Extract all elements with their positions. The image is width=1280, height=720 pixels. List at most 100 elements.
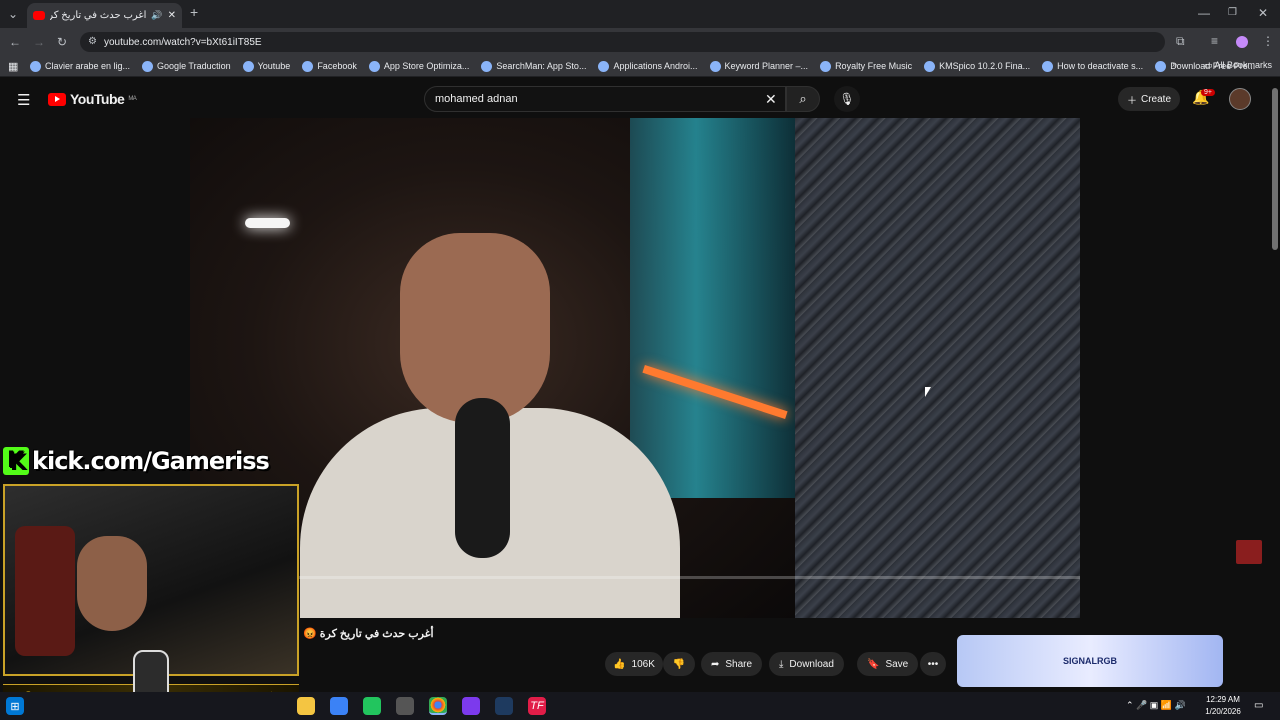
bookmark-favicon-icon [142, 60, 154, 72]
bookmark-item[interactable]: Clavier arabe en lig... [30, 60, 130, 72]
search-value: mohamed adnan [435, 93, 518, 105]
ad-brand: SIGNALRGB [1063, 656, 1117, 666]
bookmark-item[interactable]: Facebook [302, 60, 357, 72]
tab-title: أغرب حدث في تاريخ كرة (87) [50, 10, 147, 21]
bookmark-item[interactable]: SearchMan: App Sto... [481, 60, 586, 72]
bookmark-item[interactable]: Google Traduction [142, 60, 231, 72]
app-dark-icon[interactable] [495, 697, 513, 715]
video-progress-bar[interactable] [190, 576, 1080, 579]
reload-icon[interactable]: ↻ [57, 36, 67, 48]
youtube-favicon-icon [33, 11, 45, 20]
ad-banner[interactable]: SIGNALRGB [957, 635, 1223, 687]
bookmark-item[interactable]: App Store Optimiza... [368, 60, 470, 72]
page-scrollbar[interactable] [1272, 88, 1278, 250]
more-actions-button[interactable]: ••• [920, 652, 946, 676]
bookmark-item[interactable]: KMSpico 10.2.0 Fina... [924, 60, 1031, 72]
bookmark-list: Clavier arabe en lig... Google Traduction… [30, 60, 1267, 72]
apps-grid-icon[interactable]: ▦ [8, 60, 18, 73]
bookmark-favicon-icon [242, 60, 254, 72]
app-purple-icon[interactable] [462, 697, 480, 715]
more-bookmarks-icon[interactable]: » [1172, 59, 1177, 69]
system-tray-icons[interactable]: ⌃ 🎤 ▣ 📶 🔊 [1126, 700, 1186, 711]
url-field[interactable]: ⚙ youtube.com/watch?v=bXt61iIT85E [80, 32, 1165, 52]
share-label: Share [725, 658, 753, 670]
notification-center-icon[interactable]: ▭ [1254, 700, 1263, 711]
bookmark-label: Royalty Free Music [835, 61, 913, 71]
hamburger-menu-icon[interactable]: ☰ [17, 91, 30, 109]
media-icon[interactable]: ≡ [1211, 35, 1218, 47]
voice-search-button[interactable]: 🎙 [834, 86, 860, 112]
restore-icon[interactable]: ❐ [1228, 7, 1237, 19]
windows-taskbar [0, 692, 1280, 720]
tab-search-icon[interactable]: ⌄ [8, 8, 18, 20]
notepad-icon[interactable] [330, 697, 348, 715]
bookmark-label: Applications Androi... [613, 61, 698, 71]
bookmark-label: Youtube [257, 61, 291, 71]
browser-tab-bar: ⌄ أغرب حدث في تاريخ كرة (87) 🔊 ✕ + — ❐ ✕ [0, 0, 1280, 28]
create-button[interactable]: ＋ Create [1118, 87, 1180, 111]
bookmark-label: Google Traduction [157, 61, 231, 71]
bookmark-icon: 🔖 [867, 658, 880, 670]
bookmark-favicon-icon [481, 60, 493, 72]
forward-icon[interactable]: → [33, 36, 45, 48]
bookmark-favicon-icon [368, 60, 380, 72]
save-label: Save [885, 658, 909, 670]
file-explorer-icon[interactable] [297, 697, 315, 715]
search-button[interactable]: ⌕ [786, 86, 820, 112]
bookmark-favicon-icon [709, 60, 721, 72]
search-icon: ⌕ [799, 91, 807, 106]
dislike-button[interactable]: 👎 [663, 652, 695, 676]
video-microphone [455, 398, 510, 558]
country-code: MA [128, 96, 137, 102]
download-icon: ⤓ [779, 658, 784, 670]
notification-badge: 9+ [1201, 89, 1215, 96]
window-close-icon[interactable]: ✕ [1258, 7, 1268, 19]
browser-menu-icon[interactable]: ⋮ [1262, 35, 1274, 47]
browser-tab-active[interactable]: أغرب حدث في تاريخ كرة (87) 🔊 ✕ [27, 3, 182, 28]
profile-avatar[interactable] [1236, 36, 1248, 48]
chrome-icon[interactable] [429, 697, 447, 715]
youtube-wordmark: YouTube [70, 91, 125, 107]
kick-overlay: K kick.com/Gameriss [3, 443, 273, 479]
mouse-cursor-icon [925, 387, 931, 397]
video-player[interactable]: CC ⚙ ▭ ⤢ [190, 118, 1080, 618]
app-green-icon[interactable] [363, 697, 381, 715]
extensions-icon[interactable]: ⧉ [1176, 35, 1185, 47]
minimize-icon[interactable]: — [1198, 7, 1210, 19]
save-button[interactable]: 🔖 Save [857, 652, 919, 676]
kick-url-text: kick.com/Gameriss [32, 447, 270, 475]
account-avatar[interactable] [1229, 88, 1251, 110]
bookmark-item[interactable]: Royalty Free Music [820, 60, 913, 72]
bookmark-label: KMSpico 10.2.0 Fina... [939, 61, 1031, 71]
channel-watermark[interactable] [1236, 540, 1262, 564]
start-icon[interactable]: ⊞ [6, 697, 24, 715]
app-gray-icon[interactable] [396, 697, 414, 715]
bookmark-item[interactable]: Youtube [242, 60, 291, 72]
new-tab-button[interactable]: + [190, 5, 198, 19]
share-icon: ➦ [711, 658, 720, 670]
tab-close-icon[interactable]: ✕ [168, 10, 176, 21]
site-info-icon[interactable]: ⚙ [88, 36, 97, 47]
bookmark-label: App Store Optimiza... [383, 61, 470, 71]
bookmark-favicon-icon [598, 60, 610, 72]
bookmark-item[interactable]: How to deactivate s... [1042, 60, 1143, 72]
app-red-icon[interactable]: TF [528, 697, 546, 715]
bookmark-label: Facebook [317, 61, 357, 71]
speaker-icon[interactable]: 🔊 [151, 10, 162, 21]
share-button[interactable]: ➦ Share [701, 652, 763, 676]
taskbar-clock[interactable]: 12:29 AM 1/20/2026 [1198, 694, 1248, 718]
like-button[interactable]: 👍 106K [605, 652, 663, 676]
webcam-chair [15, 526, 75, 656]
bookmark-item[interactable]: Keyword Planner –... [709, 60, 808, 72]
youtube-logo[interactable]: YouTube MA [48, 91, 137, 107]
bookmark-item[interactable]: Applications Androi... [598, 60, 698, 72]
all-bookmarks-link[interactable]: ▭ All Bookmarks [1204, 60, 1272, 71]
bookmark-favicon-icon [1155, 60, 1167, 72]
search-input[interactable]: mohamed adnan ✕ [424, 86, 786, 112]
clear-search-icon[interactable]: ✕ [765, 91, 777, 108]
back-icon[interactable]: ← [9, 36, 21, 48]
thumbs-down-icon: 👎 [672, 658, 686, 670]
kick-logo-icon: K [3, 447, 29, 475]
microphone-icon: 🎙 [839, 92, 855, 106]
download-button[interactable]: ⤓ Download [769, 652, 844, 676]
